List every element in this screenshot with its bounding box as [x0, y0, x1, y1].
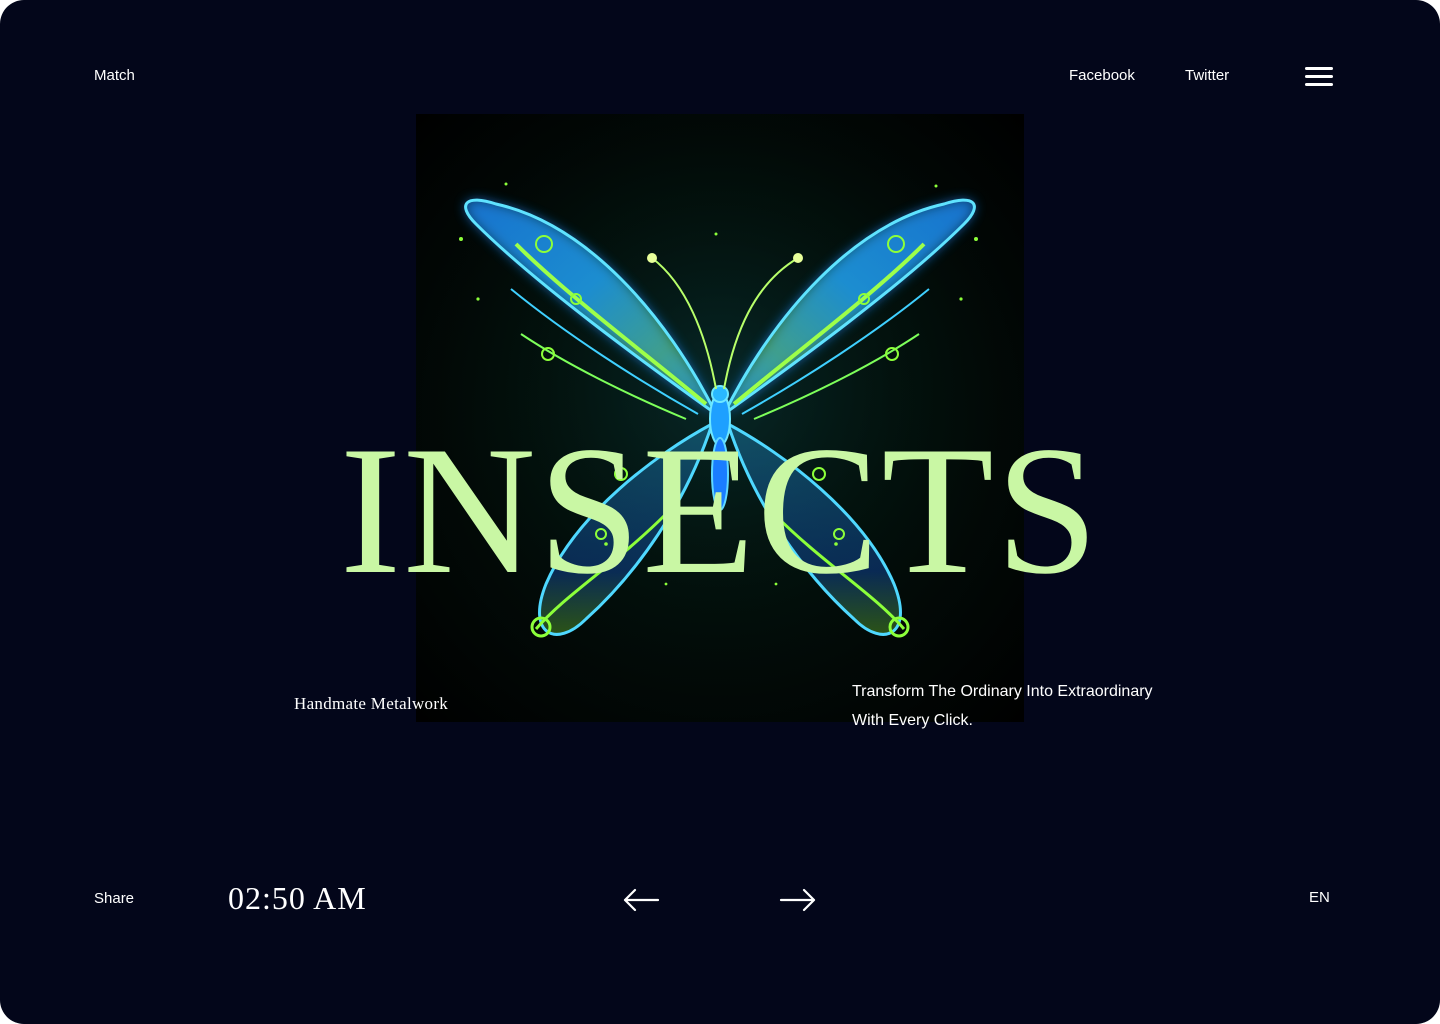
- arrow-right-icon[interactable]: [778, 884, 818, 916]
- language-selector[interactable]: EN: [1309, 889, 1330, 906]
- match-link[interactable]: Match: [94, 66, 135, 86]
- twitter-link[interactable]: Twitter: [1185, 66, 1229, 86]
- tagline: Handmate Metalwork: [294, 694, 449, 713]
- facebook-link[interactable]: Facebook: [1069, 66, 1135, 86]
- page-frame: Match Facebook Twitter INSECTS Handmate …: [0, 0, 1440, 1024]
- share-link[interactable]: Share: [94, 889, 134, 909]
- description-line-1: Transform The Ordinary Into Extraordinar…: [852, 683, 1153, 700]
- hero-description: Transform The Ordinary Into Extraordinar…: [852, 677, 1212, 735]
- butterfly-image: [416, 114, 1024, 722]
- description-line-2: With Every Click.: [852, 712, 973, 729]
- arrow-left-icon[interactable]: [621, 884, 661, 916]
- hamburger-menu-icon[interactable]: [1305, 66, 1335, 88]
- clock-display: 02:50 AM: [228, 880, 367, 916]
